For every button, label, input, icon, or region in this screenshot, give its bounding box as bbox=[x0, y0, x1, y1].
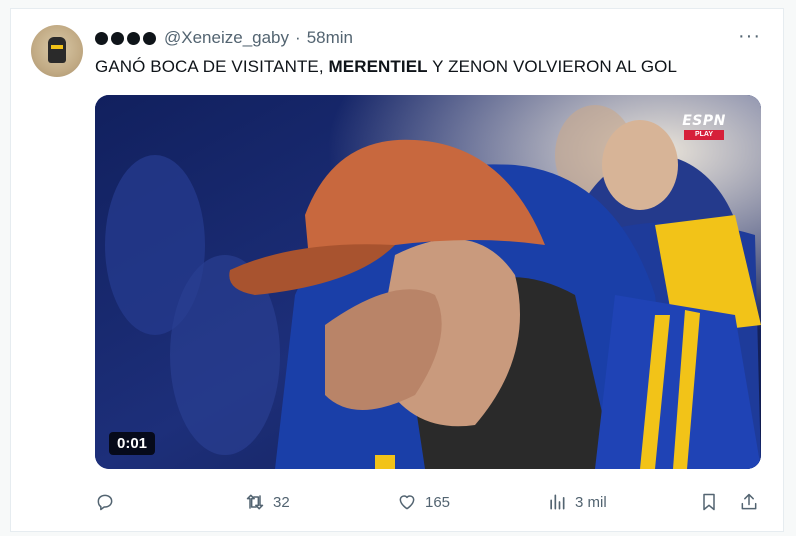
views-button[interactable]: 3 mil bbox=[547, 489, 607, 515]
tweet-text-part2: Y ZENON VOLVIERON AL GOL bbox=[427, 57, 678, 76]
video-player[interactable]: ESPN PLAY 0:01 bbox=[95, 95, 761, 469]
tweet-header: @Xeneize_gaby · 58min bbox=[95, 27, 353, 49]
bookmark-icon bbox=[703, 493, 715, 511]
video-frame bbox=[95, 95, 761, 469]
retweet-icon bbox=[246, 494, 264, 510]
reply-button[interactable] bbox=[95, 489, 115, 515]
views-count: 3 mil bbox=[575, 493, 607, 511]
video-duration: 0:01 bbox=[109, 432, 156, 455]
like-button[interactable]: 165 bbox=[397, 489, 450, 515]
views-icon bbox=[550, 494, 565, 510]
like-count: 165 bbox=[425, 493, 451, 511]
espn-logo-sub: PLAY bbox=[684, 130, 724, 140]
username[interactable]: @Xeneize_gaby bbox=[164, 28, 289, 48]
tweet-text: GANÓ BOCA DE VISITANTE, MERENTIEL Y ZENO… bbox=[95, 57, 677, 77]
heart-icon bbox=[399, 495, 415, 510]
espn-logo-text: ESPN bbox=[682, 113, 726, 129]
reply-icon bbox=[97, 494, 113, 511]
tweet-card[interactable]: @Xeneize_gaby · 58min ··· GANÓ BOCA DE V… bbox=[10, 8, 784, 532]
espn-logo: ESPN PLAY bbox=[677, 113, 731, 140]
more-options-icon[interactable]: ··· bbox=[738, 25, 761, 48]
display-name-emoji[interactable] bbox=[95, 31, 156, 45]
tweet-text-part1: GANÓ BOCA DE VISITANTE, bbox=[95, 57, 329, 76]
timestamp[interactable]: 58min bbox=[307, 28, 353, 48]
tweet-actions: 32 165 3 mil bbox=[95, 489, 765, 515]
tweet-text-bold: MERENTIEL bbox=[328, 57, 428, 76]
bookmark-button[interactable] bbox=[699, 489, 719, 515]
retweet-button[interactable]: 32 bbox=[245, 489, 290, 515]
avatar[interactable] bbox=[31, 25, 83, 77]
separator: · bbox=[295, 28, 301, 47]
share-button[interactable] bbox=[739, 489, 759, 515]
retweet-count: 32 bbox=[273, 493, 290, 511]
avatar-figure bbox=[48, 37, 66, 63]
share-icon bbox=[741, 493, 757, 510]
